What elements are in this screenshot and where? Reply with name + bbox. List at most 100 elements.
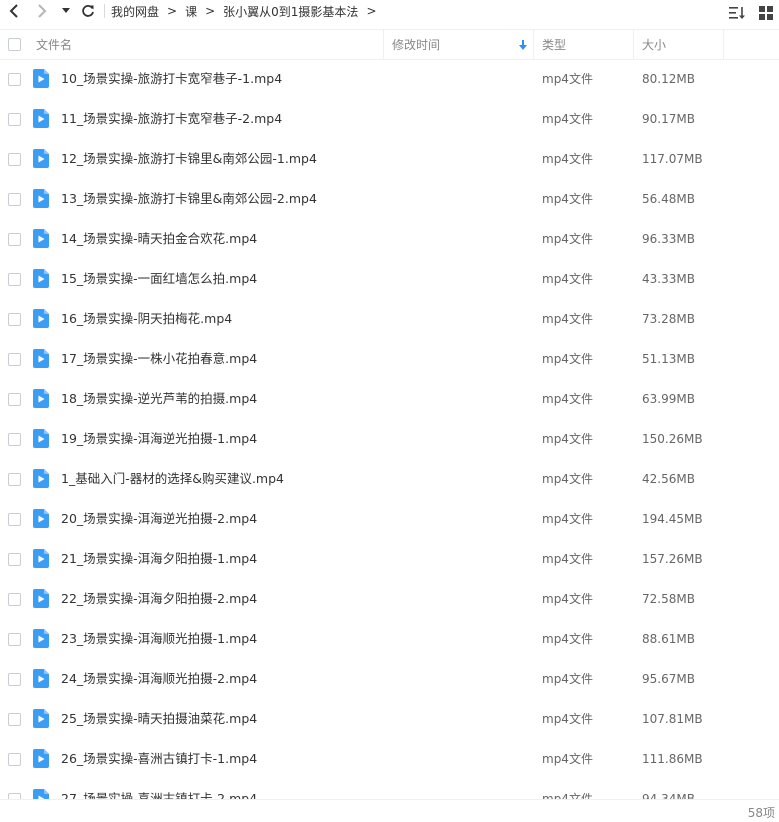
row-checkbox[interactable]	[8, 553, 21, 566]
row-checkbox[interactable]	[8, 353, 21, 366]
column-header-type[interactable]: 类型	[542, 30, 566, 59]
breadcrumb-item[interactable]: 课	[185, 3, 197, 20]
file-name[interactable]: 27_场景实操-喜洲古镇打卡-2.mp4	[61, 779, 257, 799]
file-name[interactable]: 22_场景实操-洱海夕阳拍摄-2.mp4	[61, 579, 257, 619]
forward-button[interactable]	[28, 0, 56, 22]
sort-icon	[729, 7, 745, 19]
refresh-button[interactable]	[76, 0, 100, 22]
file-name[interactable]: 12_场景实操-旅游打卡锦里&南郊公园-1.mp4	[61, 139, 317, 179]
file-row[interactable]: 14_场景实操-晴天拍金合欢花.mp4 mp4文件 96.33MB	[0, 219, 779, 259]
sort-button[interactable]	[729, 2, 745, 24]
column-header-modified[interactable]: 修改时间	[392, 30, 440, 59]
file-row[interactable]: 15_场景实操-一面红墙怎么拍.mp4 mp4文件 43.33MB	[0, 259, 779, 299]
file-type: mp4文件	[542, 472, 593, 486]
file-row[interactable]: 1_基础入门-器材的选择&购买建议.mp4 mp4文件 42.56MB	[0, 459, 779, 499]
file-type: mp4文件	[542, 72, 593, 86]
row-checkbox[interactable]	[8, 193, 21, 206]
file-row[interactable]: 11_场景实操-旅游打卡宽窄巷子-2.mp4 mp4文件 90.17MB	[0, 99, 779, 139]
breadcrumb-item[interactable]: 我的网盘	[111, 3, 159, 20]
column-divider[interactable]	[533, 30, 534, 59]
file-size: 157.26MB	[642, 552, 703, 566]
row-checkbox[interactable]	[8, 473, 21, 486]
file-size: 111.86MB	[642, 752, 703, 766]
select-all-checkbox[interactable]	[8, 38, 21, 51]
file-row[interactable]: 13_场景实操-旅游打卡锦里&南郊公园-2.mp4 mp4文件 56.48MB	[0, 179, 779, 219]
file-row[interactable]: 23_场景实操-洱海顺光拍摄-1.mp4 mp4文件 88.61MB	[0, 619, 779, 659]
chevron-left-icon	[9, 4, 18, 18]
video-file-icon	[33, 69, 49, 88]
grid-view-button[interactable]	[759, 2, 773, 24]
video-file-icon	[33, 709, 49, 728]
back-button[interactable]	[0, 0, 28, 22]
column-header-size-label: 大小	[642, 38, 667, 52]
file-name[interactable]: 19_场景实操-洱海逆光拍摄-1.mp4	[61, 419, 257, 459]
row-checkbox[interactable]	[8, 233, 21, 246]
file-type: mp4文件	[542, 512, 593, 526]
row-checkbox[interactable]	[8, 433, 21, 446]
sort-indicator	[519, 30, 527, 59]
file-row[interactable]: 12_场景实操-旅游打卡锦里&南郊公园-1.mp4 mp4文件 117.07MB	[0, 139, 779, 179]
column-divider[interactable]	[383, 30, 384, 59]
row-checkbox[interactable]	[8, 313, 21, 326]
file-row[interactable]: 21_场景实操-洱海夕阳拍摄-1.mp4 mp4文件 157.26MB	[0, 539, 779, 579]
caret-down-icon	[62, 8, 70, 13]
toolbar: 我的网盘 > 课 > 张小翼从0到1摄影基本法 >	[0, 0, 779, 22]
column-header-size[interactable]: 大小	[642, 30, 666, 59]
file-row[interactable]: 22_场景实操-洱海夕阳拍摄-2.mp4 mp4文件 72.58MB	[0, 579, 779, 619]
row-checkbox[interactable]	[8, 633, 21, 646]
file-type: mp4文件	[542, 552, 593, 566]
file-row[interactable]: 26_场景实操-喜洲古镇打卡-1.mp4 mp4文件 111.86MB	[0, 739, 779, 779]
file-name[interactable]: 24_场景实操-洱海顺光拍摄-2.mp4	[61, 659, 257, 699]
video-file-icon	[33, 109, 49, 128]
file-size: 107.81MB	[642, 712, 703, 726]
row-checkbox[interactable]	[8, 673, 21, 686]
row-checkbox[interactable]	[8, 513, 21, 526]
item-count: 58项	[747, 806, 775, 820]
file-type: mp4文件	[542, 752, 593, 766]
row-checkbox[interactable]	[8, 73, 21, 86]
file-type: mp4文件	[542, 432, 593, 446]
column-header-name[interactable]: 文件名	[36, 30, 72, 59]
row-checkbox[interactable]	[8, 153, 21, 166]
video-file-icon	[33, 149, 49, 168]
row-checkbox[interactable]	[8, 713, 21, 726]
status-bar: 58项	[0, 799, 779, 822]
refresh-icon	[82, 5, 94, 17]
file-name[interactable]: 20_场景实操-洱海逆光拍摄-2.mp4	[61, 499, 257, 539]
file-name[interactable]: 18_场景实操-逆光芦苇的拍摄.mp4	[61, 379, 257, 419]
row-checkbox[interactable]	[8, 753, 21, 766]
file-name[interactable]: 21_场景实操-洱海夕阳拍摄-1.mp4	[61, 539, 257, 579]
file-type: mp4文件	[542, 352, 593, 366]
file-row[interactable]: 17_场景实操-一株小花拍春意.mp4 mp4文件 51.13MB	[0, 339, 779, 379]
file-size: 117.07MB	[642, 152, 703, 166]
row-checkbox[interactable]	[8, 113, 21, 126]
breadcrumb-separator: >	[366, 4, 377, 18]
file-size: 43.33MB	[642, 272, 695, 286]
file-row[interactable]: 18_场景实操-逆光芦苇的拍摄.mp4 mp4文件 63.99MB	[0, 379, 779, 419]
file-name[interactable]: 15_场景实操-一面红墙怎么拍.mp4	[61, 259, 257, 299]
file-name[interactable]: 1_基础入门-器材的选择&购买建议.mp4	[61, 459, 284, 499]
column-divider[interactable]	[633, 30, 634, 59]
row-checkbox[interactable]	[8, 593, 21, 606]
file-name[interactable]: 13_场景实操-旅游打卡锦里&南郊公园-2.mp4	[61, 179, 317, 219]
row-checkbox[interactable]	[8, 273, 21, 286]
file-row[interactable]: 20_场景实操-洱海逆光拍摄-2.mp4 mp4文件 194.45MB	[0, 499, 779, 539]
file-name[interactable]: 11_场景实操-旅游打卡宽窄巷子-2.mp4	[61, 99, 282, 139]
column-divider[interactable]	[723, 30, 724, 59]
file-row[interactable]: 24_场景实操-洱海顺光拍摄-2.mp4 mp4文件 95.67MB	[0, 659, 779, 699]
file-name[interactable]: 14_场景实操-晴天拍金合欢花.mp4	[61, 219, 257, 259]
row-checkbox[interactable]	[8, 393, 21, 406]
history-dropdown-button[interactable]	[56, 0, 76, 22]
file-name[interactable]: 23_场景实操-洱海顺光拍摄-1.mp4	[61, 619, 257, 659]
file-row[interactable]: 10_场景实操-旅游打卡宽窄巷子-1.mp4 mp4文件 80.12MB	[0, 59, 779, 99]
file-name[interactable]: 10_场景实操-旅游打卡宽窄巷子-1.mp4	[61, 59, 282, 99]
file-name[interactable]: 16_场景实操-阴天拍梅花.mp4	[61, 299, 232, 339]
file-name[interactable]: 26_场景实操-喜洲古镇打卡-1.mp4	[61, 739, 257, 779]
file-name[interactable]: 25_场景实操-晴天拍摄油菜花.mp4	[61, 699, 257, 739]
file-name[interactable]: 17_场景实操-一株小花拍春意.mp4	[61, 339, 257, 379]
file-row[interactable]: 25_场景实操-晴天拍摄油菜花.mp4 mp4文件 107.81MB	[0, 699, 779, 739]
file-row[interactable]: 19_场景实操-洱海逆光拍摄-1.mp4 mp4文件 150.26MB	[0, 419, 779, 459]
breadcrumb-item[interactable]: 张小翼从0到1摄影基本法	[223, 3, 358, 20]
file-row[interactable]: 27_场景实操-喜洲古镇打卡-2.mp4 mp4文件 94.34MB	[0, 779, 779, 799]
file-row[interactable]: 16_场景实操-阴天拍梅花.mp4 mp4文件 73.28MB	[0, 299, 779, 339]
